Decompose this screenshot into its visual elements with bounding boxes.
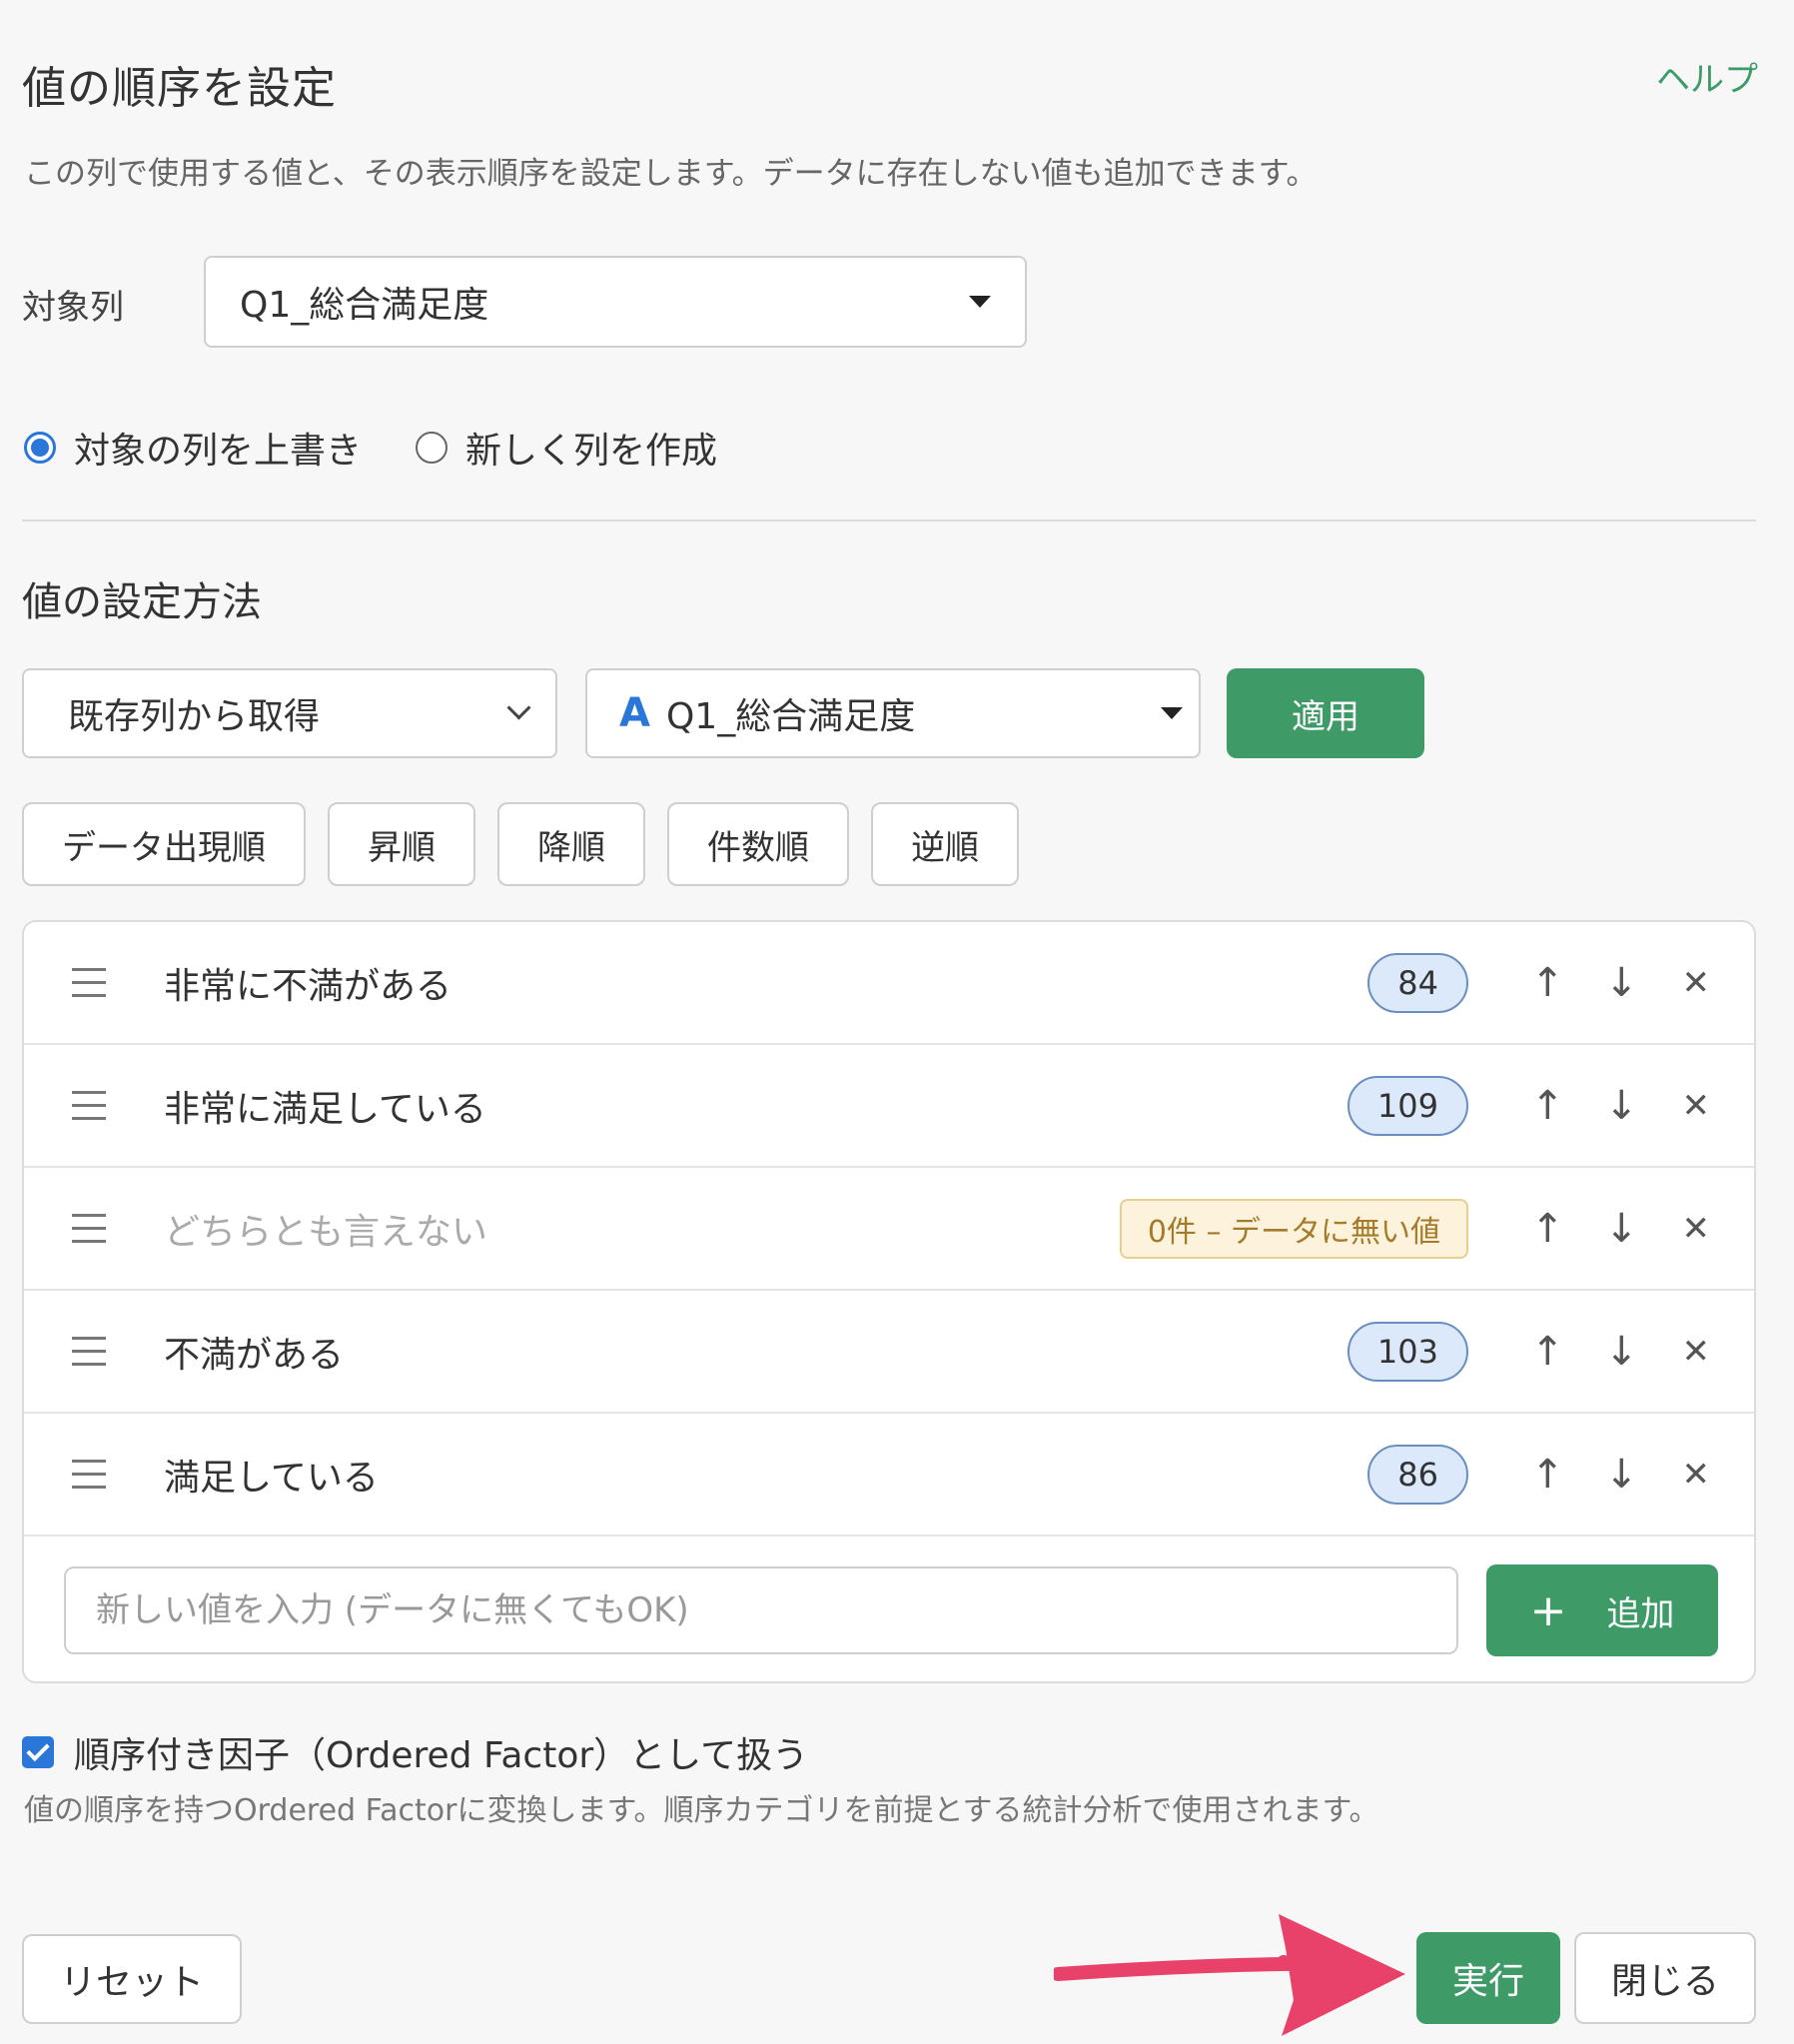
sort-descending-button[interactable]: 降順 [497, 802, 645, 886]
new-value-input[interactable] [64, 1566, 1458, 1654]
text-type-icon: A [619, 690, 650, 736]
radio-create-new-label: 新しく列を作成 [465, 431, 718, 472]
move-down-icon[interactable]: ↓ [1604, 960, 1638, 1006]
move-down-icon[interactable]: ↓ [1604, 1206, 1638, 1252]
move-down-icon[interactable]: ↓ [1604, 1083, 1638, 1129]
sort-reverse-button[interactable]: 逆順 [871, 802, 1019, 886]
value-list-panel: 非常に不満がある 84 ↑ ↓ ✕ 非常に満足している 109 ↑ ↓ ✕ どち… [22, 920, 1756, 1683]
count-badge: 84 [1367, 952, 1468, 1013]
radio-create-new[interactable]: 新しく列を作成 [416, 422, 717, 474]
count-badge: 86 [1367, 1444, 1468, 1505]
remove-icon[interactable]: ✕ [1682, 1086, 1711, 1126]
checkbox-checked-icon[interactable] [22, 1736, 54, 1768]
radio-selected-icon [24, 432, 56, 464]
drag-handle-icon[interactable] [72, 1459, 106, 1490]
sort-appearance-button[interactable]: データ出現順 [22, 802, 306, 886]
dialog-title: 値の順序を設定 [22, 63, 337, 114]
move-up-icon[interactable]: ↑ [1530, 1206, 1564, 1252]
dialog-description: この列で使用する値と、その表示順序を設定します。データに存在しない値も追加できま… [24, 156, 1318, 192]
drag-handle-icon[interactable] [72, 1090, 106, 1121]
source-select[interactable]: 既存列から取得 [22, 668, 557, 758]
value-row-missing: どちらとも言えない 0件 – データに無い値 ↑ ↓ ✕ [24, 1168, 1754, 1291]
move-down-icon[interactable]: ↓ [1604, 1329, 1638, 1375]
sort-count-button[interactable]: 件数順 [667, 802, 849, 886]
drag-handle-icon[interactable] [72, 967, 106, 998]
radio-overwrite[interactable]: 対象の列を上書き [24, 422, 362, 474]
add-value-button[interactable]: + 追加 [1486, 1564, 1718, 1656]
value-label: 満足している [164, 1457, 379, 1499]
chevron-down-icon [506, 695, 531, 720]
target-column-value: Q1_総合満足度 [240, 285, 489, 326]
caret-down-icon [1161, 707, 1183, 719]
radio-unselected-icon [416, 432, 448, 464]
column-select-value: Q1_総合満足度 [665, 696, 916, 737]
close-button[interactable]: 閉じる [1574, 1932, 1756, 2024]
ordered-factor-option[interactable]: 順序付き因子（Ordered Factor）として扱う [22, 1726, 808, 1778]
plus-icon: + [1529, 1584, 1567, 1636]
method-section-title: 値の設定方法 [22, 579, 262, 625]
value-label: 非常に満足している [164, 1088, 486, 1130]
sort-ascending-button[interactable]: 昇順 [328, 802, 475, 886]
value-row: 非常に満足している 109 ↑ ↓ ✕ [24, 1045, 1754, 1168]
count-badge: 109 [1346, 1075, 1468, 1136]
remove-icon[interactable]: ✕ [1682, 1209, 1711, 1249]
remove-icon[interactable]: ✕ [1682, 1332, 1711, 1372]
remove-icon[interactable]: ✕ [1682, 1455, 1711, 1495]
radio-overwrite-label: 対象の列を上書き [74, 431, 363, 472]
pointer-arrow-icon [1054, 1914, 1405, 2036]
move-up-icon[interactable]: ↑ [1530, 960, 1564, 1006]
value-label: 非常に不満がある [164, 965, 452, 1007]
move-down-icon[interactable]: ↓ [1604, 1452, 1638, 1498]
reset-button[interactable]: リセット [22, 1934, 242, 2024]
sort-button-group: データ出現順 昇順 降順 件数順 逆順 [22, 802, 1019, 886]
missing-value-badge: 0件 – データに無い値 [1119, 1198, 1468, 1259]
count-badge: 103 [1346, 1321, 1468, 1382]
ordered-factor-description: 値の順序を持つOrdered Factorに変換します。順序カテゴリを前提とする… [24, 1793, 1379, 1828]
target-column-select[interactable]: Q1_総合満足度 [204, 256, 1027, 348]
value-row: 非常に不満がある 84 ↑ ↓ ✕ [24, 922, 1754, 1045]
move-up-icon[interactable]: ↑ [1530, 1083, 1564, 1129]
value-row: 不満がある 103 ↑ ↓ ✕ [24, 1291, 1754, 1414]
ordered-factor-label: 順序付き因子（Ordered Factor）として扱う [74, 1735, 809, 1776]
drag-handle-icon[interactable] [72, 1213, 106, 1244]
mode-radio-group: 対象の列を上書き 新しく列を作成 [24, 422, 717, 474]
move-up-icon[interactable]: ↑ [1530, 1452, 1564, 1498]
apply-button[interactable]: 適用 [1227, 668, 1424, 758]
caret-down-icon [969, 296, 991, 308]
move-up-icon[interactable]: ↑ [1530, 1329, 1564, 1375]
value-label: 不満がある [164, 1334, 345, 1376]
run-button[interactable]: 実行 [1416, 1932, 1560, 2024]
value-label: どちらとも言えない [164, 1211, 488, 1253]
source-select-value: 既存列から取得 [68, 696, 321, 737]
remove-icon[interactable]: ✕ [1682, 963, 1711, 1003]
value-row: 満足している 86 ↑ ↓ ✕ [24, 1414, 1754, 1536]
drag-handle-icon[interactable] [72, 1336, 106, 1367]
section-divider [22, 519, 1756, 521]
column-select[interactable]: A Q1_総合満足度 [585, 668, 1201, 758]
help-link[interactable]: ヘルプ [1656, 52, 1758, 101]
target-column-label: 対象列 [22, 288, 124, 328]
add-value-label: 追加 [1606, 1593, 1675, 1634]
